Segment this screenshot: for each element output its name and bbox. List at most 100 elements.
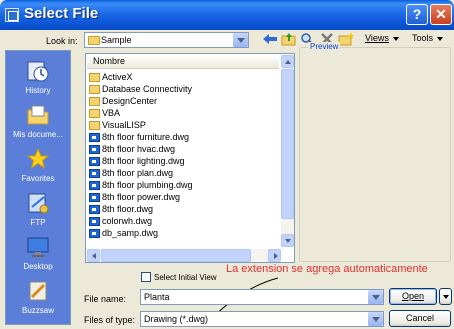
select-initial-view-checkbox[interactable] [141, 272, 151, 282]
list-item[interactable]: ActiveX [89, 71, 133, 83]
vertical-scrollbar[interactable] [281, 55, 294, 247]
preview-panel: Preview [299, 42, 451, 262]
caret-down-icon [392, 36, 399, 41]
file-name-value: Planta [144, 292, 170, 302]
item-name: 8th floor furniture.dwg [102, 132, 190, 142]
chevron-down-icon[interactable] [232, 33, 248, 47]
place-desktop[interactable]: Desktop [6, 235, 70, 271]
place-label: Desktop [23, 262, 53, 271]
folder-icon [89, 121, 100, 130]
back-arrow-icon[interactable] [262, 32, 278, 46]
folder-icon [89, 85, 100, 94]
item-name: colorwh.dwg [102, 216, 153, 226]
open-button[interactable]: Open [389, 288, 437, 305]
place-label: Favorites [21, 174, 55, 183]
file-list[interactable]: Nombre ActiveX Database Connectivity Des… [85, 53, 295, 263]
look-in-value: Sample [101, 35, 132, 45]
place-label: Mis docume... [13, 130, 63, 139]
dwg-file-icon [89, 229, 100, 238]
views-label: Views [365, 33, 389, 43]
dwg-file-icon [89, 145, 100, 154]
file-name-label: File name: [84, 294, 127, 304]
desktop-icon [27, 237, 49, 257]
help-button[interactable]: ? [406, 4, 428, 25]
list-item[interactable]: 8th floor hvac.dwg [89, 143, 175, 155]
place-ftp[interactable]: FTP [6, 191, 70, 227]
item-name: 8th floor plan.dwg [102, 168, 174, 178]
scroll-up-icon[interactable] [281, 55, 294, 68]
list-item[interactable]: VBA [89, 107, 120, 119]
favorites-icon [26, 147, 50, 170]
list-item[interactable]: 8th floor plumbing.dwg [89, 179, 193, 191]
item-name: 8th floor plumbing.dwg [102, 180, 193, 190]
chevron-down-icon[interactable] [367, 312, 383, 326]
up-folder-icon[interactable] [281, 32, 297, 46]
files-of-type-label: Files of type: [84, 315, 136, 325]
folder-icon [88, 36, 100, 45]
files-of-type-dropdown[interactable]: Drawing (*.dwg) [140, 311, 384, 327]
item-name: 8th floor lighting.dwg [102, 156, 185, 166]
open-options-button[interactable] [439, 288, 452, 305]
horizontal-scrollbar[interactable] [87, 249, 281, 262]
app-icon [5, 8, 19, 22]
list-item[interactable]: colorwh.dwg [89, 215, 152, 227]
list-item[interactable]: db_samp.dwg [89, 227, 158, 239]
scroll-left-icon[interactable] [87, 249, 100, 262]
scroll-down-icon[interactable] [281, 234, 294, 247]
look-in-dropdown[interactable]: Sample [84, 32, 249, 48]
dwg-file-icon [89, 205, 100, 214]
list-item[interactable]: VisualLISP [89, 119, 146, 131]
my-documents-icon [27, 105, 49, 125]
place-buzzsaw[interactable]: Buzzsaw [6, 279, 70, 315]
dwg-file-icon [89, 169, 100, 178]
item-name: VisualLISP [102, 120, 146, 130]
list-item[interactable]: 8th floor furniture.dwg [89, 131, 189, 143]
scroll-right-icon[interactable] [268, 249, 281, 262]
list-item[interactable]: Database Connectivity [89, 83, 192, 95]
file-name-input[interactable]: Planta [140, 289, 384, 305]
caret-down-icon [442, 294, 449, 299]
history-icon [27, 61, 49, 82]
horizontal-scroll-thumb[interactable] [101, 249, 251, 262]
cancel-button-label: Cancel [405, 313, 434, 323]
item-name: VBA [102, 108, 121, 118]
item-name: Database Connectivity [102, 84, 193, 94]
place-history[interactable]: History [6, 59, 70, 95]
place-favorites[interactable]: Favorites [6, 147, 70, 183]
item-name: 8th floor.dwg [102, 204, 154, 214]
folder-icon [89, 97, 100, 106]
column-header-name[interactable]: Nombre [87, 55, 279, 69]
item-name: 8th floor hvac.dwg [102, 144, 176, 154]
vertical-scroll-thumb[interactable] [281, 69, 294, 219]
files-of-type-value: Drawing (*.dwg) [144, 314, 209, 324]
chevron-down-icon[interactable] [367, 290, 383, 304]
title-bar: Select File ? ✕ [0, 0, 454, 30]
dwg-file-icon [89, 181, 100, 190]
list-item[interactable]: 8th floor lighting.dwg [89, 155, 185, 167]
views-menu[interactable]: Views [365, 33, 399, 43]
preview-label: Preview [308, 42, 341, 51]
item-name: DesignCenter [102, 96, 158, 106]
place-my-documents[interactable]: Mis docume... [6, 103, 70, 139]
item-name: ActiveX [102, 72, 133, 82]
tools-label: Tools [412, 33, 434, 43]
list-item[interactable]: 8th floor power.dwg [89, 191, 180, 203]
look-in-label: Look in: [46, 36, 78, 46]
item-name: db_samp.dwg [102, 228, 159, 238]
cancel-button[interactable]: Cancel [389, 310, 451, 327]
caret-down-icon [437, 36, 444, 41]
close-button[interactable]: ✕ [430, 4, 452, 25]
ftp-icon [28, 193, 49, 214]
window-title: Select File [24, 5, 99, 22]
list-item[interactable]: 8th floor plan.dwg [89, 167, 173, 179]
tools-menu[interactable]: Tools [412, 33, 444, 43]
list-item[interactable]: DesignCenter [89, 95, 157, 107]
place-label: Buzzsaw [21, 306, 54, 315]
place-label: FTP [30, 218, 46, 227]
dwg-file-icon [89, 217, 100, 226]
dwg-file-icon [89, 193, 100, 202]
list-item[interactable]: 8th floor.dwg [89, 203, 153, 215]
dwg-file-icon [89, 157, 100, 166]
folder-icon [89, 109, 100, 118]
places-bar: History Mis docume... Favorites FTP Desk… [5, 50, 71, 325]
